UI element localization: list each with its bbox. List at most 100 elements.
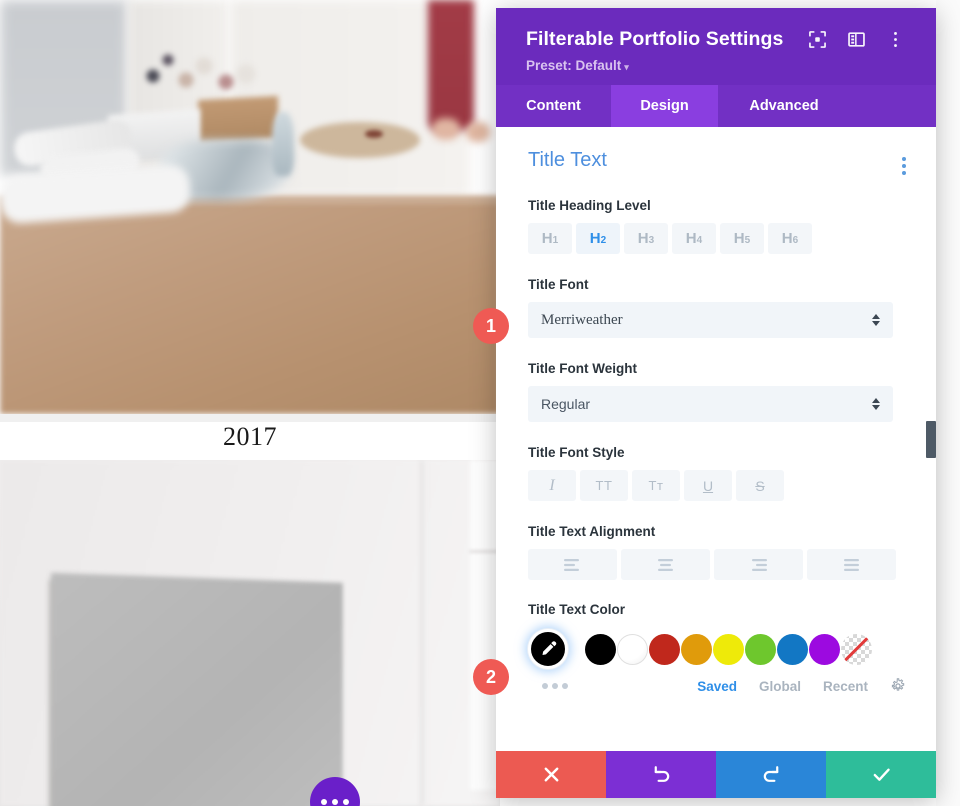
portfolio-photo-top	[0, 0, 500, 414]
kebab-menu-icon[interactable]	[887, 31, 904, 48]
heading-tag: H	[733, 230, 745, 247]
module-settings-modal: Filterable Portfolio Settings Preset: De…	[496, 8, 936, 798]
swatch-red[interactable]	[649, 633, 680, 665]
undo-button[interactable]	[606, 751, 716, 798]
heading-num: 5	[744, 235, 751, 246]
heading-level-h2[interactable]: H2	[576, 223, 620, 254]
preset-selector[interactable]: Preset: Default ▾	[526, 58, 906, 73]
tab-design[interactable]: Design	[611, 85, 718, 127]
ellipsis-icon[interactable]	[542, 683, 662, 689]
label-title-font-style: Title Font Style	[528, 445, 625, 460]
step-badge-2: 2	[473, 659, 509, 695]
heading-level-options: H1 H2 H3 H4 H5 H6	[528, 223, 906, 254]
field-title-text-color: Title Text Color Saved Global Recent	[528, 602, 906, 694]
swatch-transparent[interactable]	[841, 633, 872, 665]
modal-action-bar	[496, 751, 936, 798]
underline-icon: U	[702, 477, 714, 494]
swatch-blue[interactable]	[777, 633, 808, 665]
heading-level-h4[interactable]: H4	[672, 223, 716, 254]
modal-title: Filterable Portfolio Settings	[526, 28, 784, 50]
align-justify-icon	[844, 558, 859, 571]
swatch-yellow[interactable]	[713, 633, 744, 665]
uppercase-button[interactable]: TT	[580, 470, 628, 501]
label-title-text-alignment: Title Text Alignment	[528, 524, 656, 539]
color-swatches	[585, 633, 872, 665]
heading-level-h5[interactable]: H5	[720, 223, 764, 254]
field-title-font-style: Title Font Style I TT Tт U S	[528, 445, 906, 501]
chevron-down-icon: ▾	[624, 62, 629, 72]
heading-tag: H	[685, 230, 697, 247]
color-swatch-row	[528, 629, 906, 669]
heading-tag: H	[541, 230, 553, 247]
small-caps-button[interactable]: Tт	[632, 470, 680, 501]
swatch-white[interactable]	[617, 633, 648, 665]
cancel-button[interactable]	[496, 751, 606, 798]
heading-num: 2	[600, 235, 607, 246]
redo-icon	[763, 766, 778, 782]
heading-level-h6[interactable]: H6	[768, 223, 812, 254]
layout-panel-icon[interactable]	[848, 31, 865, 48]
align-justify-button[interactable]	[807, 549, 896, 580]
field-title-heading-level: Title Heading Level H1 H2 H3 H4 H 5 H 6	[528, 198, 906, 254]
portfolio-caption-band: 2017	[0, 414, 500, 460]
swatch-black[interactable]	[585, 633, 616, 665]
tab-content[interactable]: Content	[496, 85, 611, 127]
tab-advanced[interactable]: Advanced	[718, 85, 850, 127]
color-sub-row: Saved Global Recent	[528, 678, 906, 694]
focus-target-icon[interactable]	[809, 31, 826, 48]
label-title-font-weight: Title Font Weight	[528, 361, 637, 376]
save-button[interactable]	[826, 751, 936, 798]
redo-button[interactable]	[716, 751, 826, 798]
modal-header: Filterable Portfolio Settings Preset: De…	[496, 8, 936, 85]
modal-tabs: Content Design Advanced	[496, 85, 936, 127]
swatch-orange[interactable]	[681, 633, 712, 665]
title-font-weight-select[interactable]: Regular	[528, 386, 893, 422]
swatch-green[interactable]	[745, 633, 776, 665]
field-title-text-alignment: Title Text Alignment	[528, 524, 906, 580]
title-font-weight-value: Regular	[541, 396, 591, 412]
italic-button[interactable]: I	[528, 470, 576, 501]
heading-tag: H	[781, 230, 793, 247]
gear-icon[interactable]	[890, 678, 906, 694]
select-arrows-icon	[872, 398, 880, 410]
undo-icon	[654, 766, 669, 782]
heading-level-h3[interactable]: H3	[624, 223, 668, 254]
color-tab-global[interactable]: Global	[759, 679, 801, 694]
portfolio-photo-bottom	[0, 460, 500, 806]
align-center-button[interactable]	[621, 549, 710, 580]
strikethrough-button[interactable]: S	[736, 470, 784, 501]
heading-level-h1[interactable]: H1	[528, 223, 572, 254]
label-title-text-color: Title Text Color	[528, 602, 626, 617]
small-caps-icon: Tт	[648, 478, 664, 493]
heading-num: 6	[792, 235, 799, 246]
heading-num: 1	[552, 235, 559, 246]
preset-label: Preset: Default	[526, 58, 622, 73]
swatch-purple[interactable]	[809, 633, 840, 665]
label-title-font: Title Font	[528, 277, 589, 292]
color-tab-saved[interactable]: Saved	[697, 679, 737, 694]
three-dots-icon	[332, 799, 338, 805]
align-right-icon	[752, 558, 767, 571]
section-options-kebab-icon[interactable]	[902, 157, 906, 175]
align-center-icon	[658, 558, 673, 571]
section-title-title-text: Title Text	[528, 149, 607, 171]
check-icon	[873, 768, 890, 781]
modal-scrollbar-thumb[interactable]	[926, 421, 936, 458]
title-font-value: Merriweather	[541, 311, 623, 328]
title-font-select[interactable]: Merriweather	[528, 302, 893, 338]
modal-scrollbar-track[interactable]	[926, 127, 936, 751]
color-tab-recent[interactable]: Recent	[823, 679, 868, 694]
three-dots-icon	[343, 799, 349, 805]
three-dots-icon	[321, 799, 327, 805]
page-right-margin	[936, 0, 960, 806]
font-style-buttons: I TT Tт U S	[528, 470, 906, 501]
portfolio-year-caption: 2017	[223, 422, 277, 451]
uppercase-icon: TT	[595, 478, 613, 493]
align-right-button[interactable]	[714, 549, 803, 580]
step-badge-1: 1	[473, 308, 509, 344]
underline-button[interactable]: U	[684, 470, 732, 501]
close-icon	[544, 767, 558, 782]
eyedropper-button[interactable]	[528, 629, 568, 669]
align-left-button[interactable]	[528, 549, 617, 580]
text-alignment-buttons	[528, 549, 906, 580]
